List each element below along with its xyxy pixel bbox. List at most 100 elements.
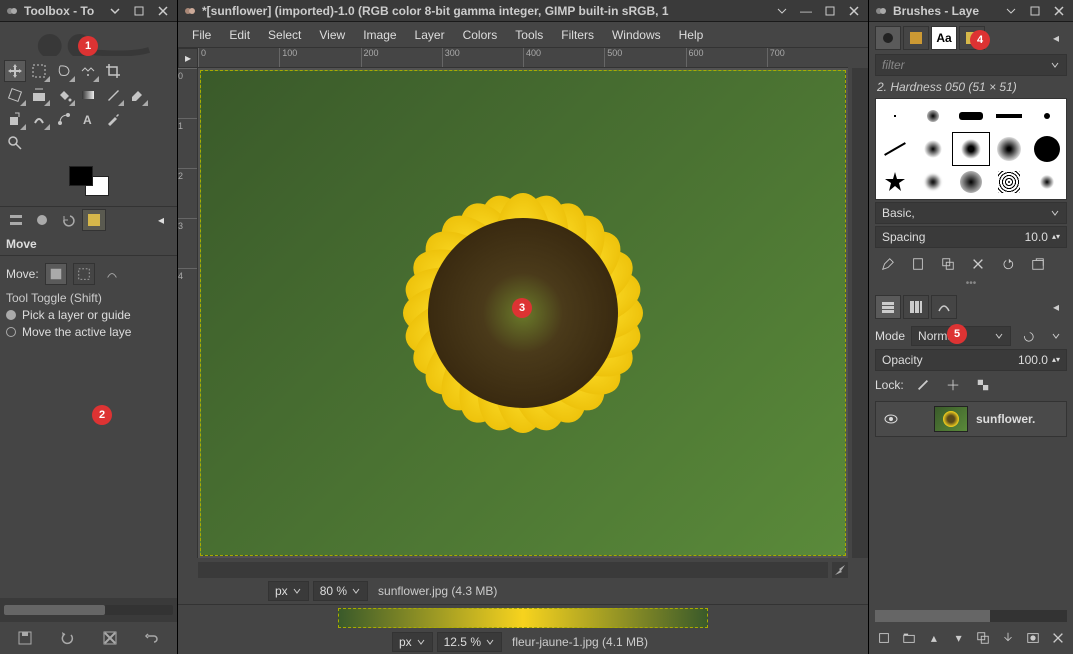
opacity-stepper[interactable]: ▴▾ bbox=[1052, 357, 1060, 363]
minimize-button[interactable] bbox=[1001, 3, 1021, 19]
delete-brush-button[interactable] bbox=[967, 254, 989, 274]
canvas-hscroll[interactable] bbox=[198, 562, 828, 578]
layer-row[interactable]: sunflower. bbox=[875, 401, 1067, 437]
horizontal-ruler[interactable]: 0100200300400500600700 bbox=[198, 48, 848, 68]
reset-options-button[interactable] bbox=[140, 626, 164, 650]
scale-tool[interactable] bbox=[28, 84, 50, 106]
smudge-tool[interactable] bbox=[28, 108, 50, 130]
move-tool[interactable] bbox=[4, 60, 26, 82]
opacity-value[interactable]: 100.0 bbox=[1018, 353, 1048, 367]
mask-button[interactable] bbox=[1024, 628, 1043, 648]
duplicate-layer-button[interactable] bbox=[974, 628, 993, 648]
refresh-brushes-button[interactable] bbox=[997, 254, 1019, 274]
menu-windows[interactable]: Windows bbox=[604, 25, 669, 45]
delete-layer-button[interactable] bbox=[1048, 628, 1067, 648]
move-selection-mode[interactable] bbox=[73, 263, 95, 285]
zoom-tool[interactable] bbox=[4, 132, 26, 154]
lock-pixels-button[interactable] bbox=[912, 375, 934, 395]
lock-alpha-button[interactable] bbox=[972, 375, 994, 395]
lower-layer-button[interactable]: ▾ bbox=[949, 628, 968, 648]
brush-grid[interactable] bbox=[875, 98, 1067, 200]
menu-tools[interactable]: Tools bbox=[507, 25, 551, 45]
channels-tab[interactable] bbox=[903, 295, 929, 319]
undo-history-tab[interactable] bbox=[56, 209, 80, 231]
maximize-button[interactable] bbox=[1025, 3, 1045, 19]
crop-tool[interactable] bbox=[102, 60, 124, 82]
restore-options-button[interactable] bbox=[55, 626, 79, 650]
edit-brush-button[interactable] bbox=[877, 254, 899, 274]
zoom-selector[interactable]: 80 % bbox=[313, 581, 368, 601]
pick-layer-radio[interactable]: Pick a layer or guide bbox=[6, 308, 171, 322]
mode-reset-button[interactable] bbox=[1017, 326, 1039, 346]
tab-menu-icon[interactable]: ◂ bbox=[1045, 28, 1067, 48]
close-button[interactable] bbox=[153, 3, 173, 19]
tool-options-tab[interactable] bbox=[4, 209, 28, 231]
unit-selector[interactable]: px bbox=[268, 581, 309, 601]
mode-more-button[interactable] bbox=[1045, 326, 1067, 346]
brushes-tab[interactable] bbox=[875, 26, 901, 50]
free-select-tool[interactable] bbox=[53, 60, 75, 82]
toolbox-hscroll[interactable] bbox=[4, 605, 173, 615]
second-canvas[interactable] bbox=[338, 608, 708, 628]
tab-menu-icon[interactable]: ◂ bbox=[1045, 297, 1067, 317]
navigation-icon[interactable] bbox=[832, 562, 848, 578]
vertical-ruler[interactable]: 01234 bbox=[178, 68, 198, 558]
raise-layer-button[interactable]: ▴ bbox=[925, 628, 944, 648]
delete-options-button[interactable] bbox=[98, 626, 122, 650]
spacing-stepper[interactable]: ▴▾ bbox=[1052, 234, 1060, 240]
patterns-tab[interactable] bbox=[903, 26, 929, 50]
device-status-tab[interactable] bbox=[30, 209, 54, 231]
new-brush-button[interactable] bbox=[907, 254, 929, 274]
new-layer-button[interactable] bbox=[875, 628, 894, 648]
minimize-button[interactable] bbox=[772, 3, 792, 19]
layers-hscroll[interactable] bbox=[875, 610, 1067, 622]
layers-tab[interactable] bbox=[875, 295, 901, 319]
move-path-mode[interactable] bbox=[101, 263, 123, 285]
menu-colors[interactable]: Colors bbox=[455, 25, 506, 45]
gradient-tool[interactable] bbox=[77, 84, 99, 106]
menu-filters[interactable]: Filters bbox=[553, 25, 602, 45]
fonts-tab[interactable]: Aa bbox=[931, 26, 957, 50]
move-active-radio[interactable]: Move the active laye bbox=[6, 325, 171, 339]
layer-thumbnail[interactable] bbox=[934, 406, 968, 432]
duplicate-brush-button[interactable] bbox=[937, 254, 959, 274]
paintbrush-tool[interactable] bbox=[102, 84, 124, 106]
color-picker-tool[interactable] bbox=[102, 108, 124, 130]
color-swatches[interactable] bbox=[0, 158, 177, 206]
ruler-corner[interactable]: ▸ bbox=[178, 48, 198, 68]
close-button[interactable] bbox=[1049, 3, 1069, 19]
fg-color-swatch[interactable] bbox=[69, 166, 93, 186]
merge-down-button[interactable] bbox=[999, 628, 1018, 648]
open-as-image-button[interactable] bbox=[1027, 254, 1049, 274]
rect-select-tool[interactable] bbox=[28, 60, 50, 82]
brush-preset-selector[interactable]: Basic, bbox=[875, 202, 1067, 224]
maximize-button[interactable] bbox=[129, 3, 149, 19]
layer-name[interactable]: sunflower. bbox=[976, 412, 1035, 426]
eraser-tool[interactable] bbox=[126, 84, 148, 106]
visibility-icon[interactable] bbox=[880, 409, 902, 429]
menu-select[interactable]: Select bbox=[260, 25, 309, 45]
spacing-value[interactable]: 10.0 bbox=[1025, 230, 1048, 244]
lock-position-button[interactable] bbox=[942, 375, 964, 395]
fuzzy-select-tool[interactable] bbox=[77, 60, 99, 82]
bucket-fill-tool[interactable] bbox=[53, 84, 75, 106]
path-tool[interactable] bbox=[53, 108, 75, 130]
unit-selector-2[interactable]: px bbox=[392, 632, 433, 652]
menu-layer[interactable]: Layer bbox=[407, 25, 453, 45]
menu-edit[interactable]: Edit bbox=[221, 25, 258, 45]
brush-filter[interactable]: filter bbox=[875, 54, 1067, 76]
menu-file[interactable]: File bbox=[184, 25, 219, 45]
menu-view[interactable]: View bbox=[311, 25, 353, 45]
save-options-button[interactable] bbox=[13, 626, 37, 650]
zoom-selector-2[interactable]: 12.5 % bbox=[437, 632, 502, 652]
canvas-vscroll[interactable] bbox=[852, 68, 868, 558]
move-layer-mode[interactable] bbox=[45, 263, 67, 285]
tab-menu-icon[interactable]: ◂ bbox=[149, 209, 173, 231]
paths-tab[interactable] bbox=[931, 295, 957, 319]
clone-tool[interactable] bbox=[4, 108, 26, 130]
maximize-button[interactable] bbox=[820, 3, 840, 19]
rotate-tool[interactable] bbox=[4, 84, 26, 106]
text-tool[interactable]: A bbox=[77, 108, 99, 130]
images-tab[interactable] bbox=[82, 209, 106, 231]
minimize-button[interactable] bbox=[105, 3, 125, 19]
